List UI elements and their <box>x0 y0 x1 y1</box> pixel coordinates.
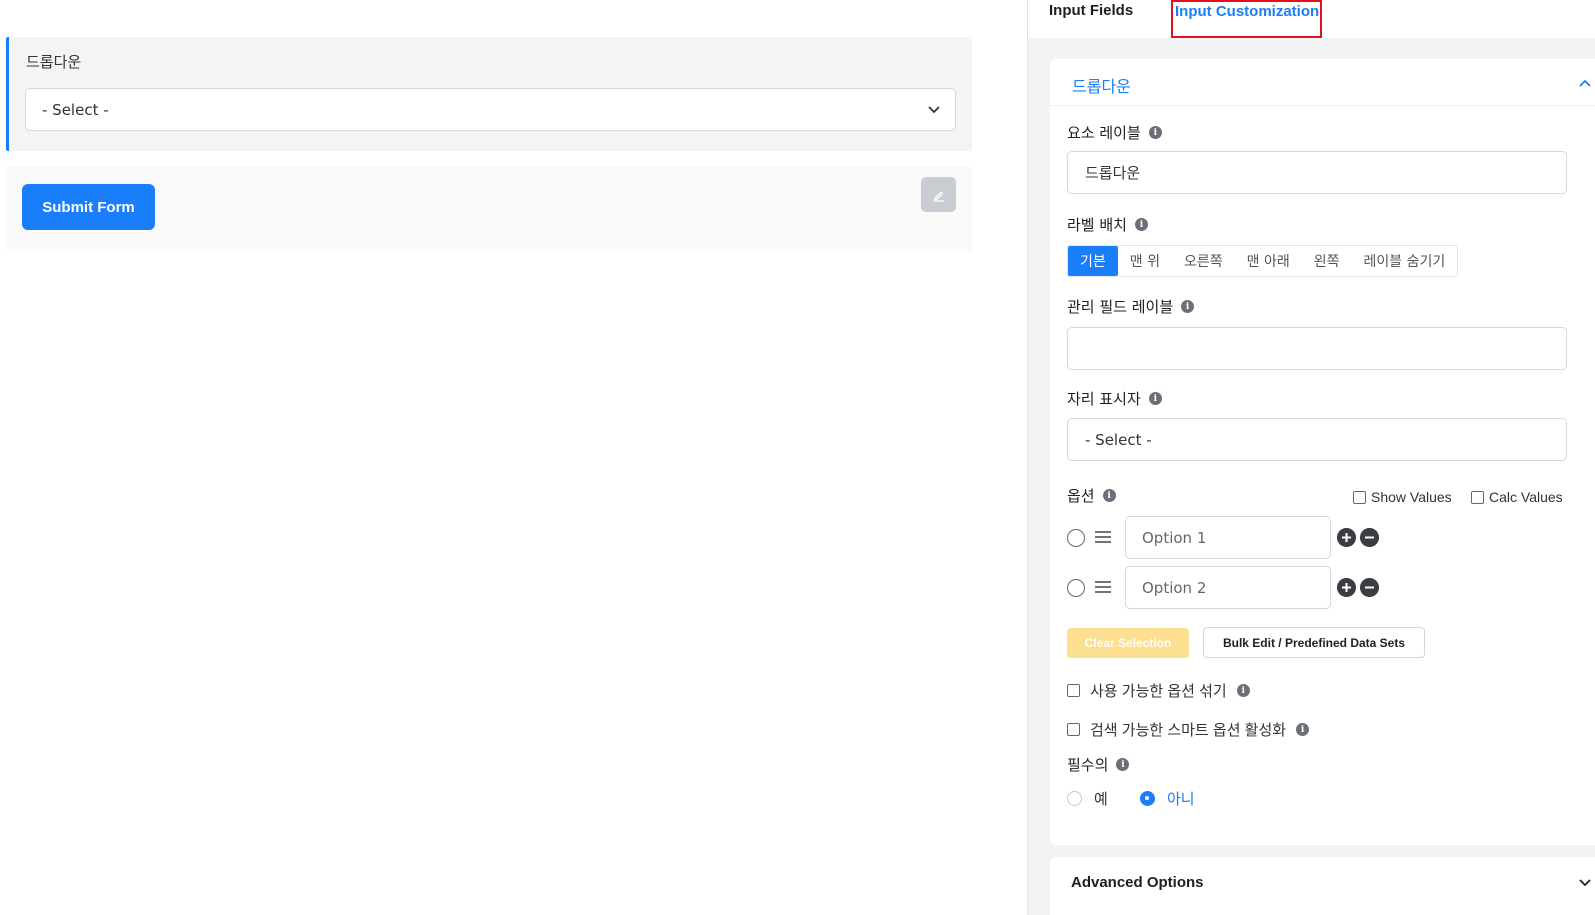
radio-button-selected[interactable] <box>1140 791 1155 806</box>
show-values-label: Show Values <box>1371 489 1452 505</box>
bulk-edit-button[interactable]: Bulk Edit / Predefined Data Sets <box>1203 627 1425 658</box>
dropdown-field-preview[interactable]: 드롭다운 - Select - <box>6 37 972 151</box>
advanced-options-title: Advanced Options <box>1071 874 1204 891</box>
element-label-value: 드롭다운 <box>1085 164 1141 182</box>
placement-option-default[interactable]: 기본 <box>1068 246 1118 276</box>
calc-values-checkbox[interactable]: Calc Values <box>1471 489 1563 505</box>
placeholder-value: - Select - <box>1085 430 1152 449</box>
placement-option-hide[interactable]: 레이블 숨기기 <box>1351 246 1457 276</box>
required-no-radio[interactable]: 아니 <box>1140 788 1195 809</box>
submit-area: Submit Form <box>6 166 972 251</box>
required-text: 필수의 <box>1067 756 1109 774</box>
dropdown-field-label: 드롭다운 <box>26 53 82 71</box>
edit-submit-button[interactable] <box>921 177 956 212</box>
sidebar-tabs: Input Fields Input Customization <box>1028 0 1595 38</box>
checkbox-box[interactable] <box>1471 490 1484 504</box>
advanced-options-section[interactable]: Advanced Options <box>1050 857 1595 915</box>
placement-option-right[interactable]: 오른쪽 <box>1172 246 1235 276</box>
placeholder-input[interactable]: - Select - <box>1067 418 1567 461</box>
checkbox-box[interactable] <box>1067 684 1080 697</box>
required-yes-radio[interactable]: 예 <box>1067 788 1108 809</box>
checkbox-box[interactable] <box>1353 490 1366 504</box>
tab-input-fields[interactable]: Input Fields <box>1049 2 1133 19</box>
option-input[interactable]: Option 1 <box>1125 516 1331 559</box>
dropdown-select[interactable]: - Select - <box>25 88 956 131</box>
form-preview-canvas: 드롭다운 - Select - Submit Form <box>0 0 1027 915</box>
info-icon[interactable]: i <box>1296 723 1310 736</box>
option-default-radio[interactable] <box>1067 579 1085 597</box>
option-input[interactable]: Option 2 <box>1125 566 1331 609</box>
chevron-down-icon <box>928 106 940 114</box>
minus-icon[interactable] <box>1360 578 1379 597</box>
drag-handle-icon[interactable] <box>1095 580 1111 594</box>
checkbox-box[interactable] <box>1067 723 1080 736</box>
placement-option-top[interactable]: 맨 위 <box>1118 246 1172 276</box>
shuffle-options-checkbox[interactable]: 사용 가능한 옵션 섞기 i <box>1067 680 1250 701</box>
placement-option-bottom[interactable]: 맨 아래 <box>1235 246 1302 276</box>
info-icon[interactable]: i <box>1134 218 1148 231</box>
element-label-text: 요소 레이블 <box>1067 124 1141 142</box>
option-row: Option 1 <box>1067 516 1587 559</box>
info-icon[interactable]: i <box>1148 126 1162 139</box>
required-yes-label: 예 <box>1094 791 1108 808</box>
element-label-input[interactable]: 드롭다운 <box>1067 151 1567 194</box>
dropdown-select-value: - Select - <box>42 100 109 119</box>
admin-label-input[interactable] <box>1067 327 1567 370</box>
info-icon[interactable]: i <box>1181 300 1195 313</box>
chevron-down-icon[interactable] <box>1578 875 1592 889</box>
calc-values-label: Calc Values <box>1489 489 1563 505</box>
plus-icon[interactable] <box>1337 578 1356 597</box>
option-row: Option 2 <box>1067 566 1587 609</box>
submit-form-button[interactable]: Submit Form <box>22 184 155 230</box>
label-placement-segmented: 기본 맨 위 오른쪽 맨 아래 왼쪽 레이블 숨기기 <box>1067 245 1459 277</box>
option-value: Option 1 <box>1142 528 1207 547</box>
label-placement-heading: 라벨 배치 i <box>1067 214 1148 235</box>
required-no-label: 아니 <box>1167 791 1195 808</box>
options-text: 옵션 <box>1067 487 1095 505</box>
admin-label-text: 관리 필드 레이블 <box>1067 298 1174 316</box>
info-icon[interactable]: i <box>1116 758 1130 771</box>
smart-search-checkbox[interactable]: 검색 가능한 스마트 옵션 활성화 i <box>1067 719 1310 740</box>
info-icon[interactable]: i <box>1148 392 1162 405</box>
placement-option-left[interactable]: 왼쪽 <box>1302 246 1352 276</box>
option-value: Option 2 <box>1142 578 1207 597</box>
customization-panel: 드롭다운 요소 레이블 i 드롭다운 라벨 배치 i 기본 맨 위 오른쪽 맨 … <box>1050 59 1595 845</box>
plus-icon[interactable] <box>1337 528 1356 547</box>
panel-header[interactable]: 드롭다운 <box>1050 59 1595 106</box>
panel-title: 드롭다운 <box>1072 77 1131 96</box>
placeholder-text: 자리 표시자 <box>1067 390 1141 408</box>
info-icon[interactable]: i <box>1102 489 1116 502</box>
required-heading: 필수의 i <box>1067 754 1130 775</box>
radio-button[interactable] <box>1067 791 1082 806</box>
show-values-checkbox[interactable]: Show Values <box>1353 489 1452 505</box>
label-placement-text: 라벨 배치 <box>1067 216 1127 234</box>
smart-search-label: 검색 가능한 스마트 옵션 활성화 <box>1090 722 1287 739</box>
minus-icon[interactable] <box>1360 528 1379 547</box>
editor-sidebar: Input Fields Input Customization 드롭다운 요소… <box>1027 0 1595 915</box>
shuffle-options-label: 사용 가능한 옵션 섞기 <box>1090 683 1227 700</box>
options-heading: 옵션 i <box>1067 485 1116 506</box>
info-icon[interactable]: i <box>1236 684 1250 697</box>
option-default-radio[interactable] <box>1067 529 1085 547</box>
placeholder-heading: 자리 표시자 i <box>1067 388 1162 409</box>
element-label-heading: 요소 레이블 i <box>1067 122 1162 143</box>
chevron-up-icon[interactable] <box>1578 76 1592 90</box>
clear-selection-button[interactable]: Clear Selection <box>1067 628 1189 658</box>
tab-input-customization[interactable]: Input Customization <box>1171 0 1322 38</box>
pencil-icon <box>933 190 944 202</box>
drag-handle-icon[interactable] <box>1095 530 1111 544</box>
admin-label-heading: 관리 필드 레이블 i <box>1067 296 1195 317</box>
